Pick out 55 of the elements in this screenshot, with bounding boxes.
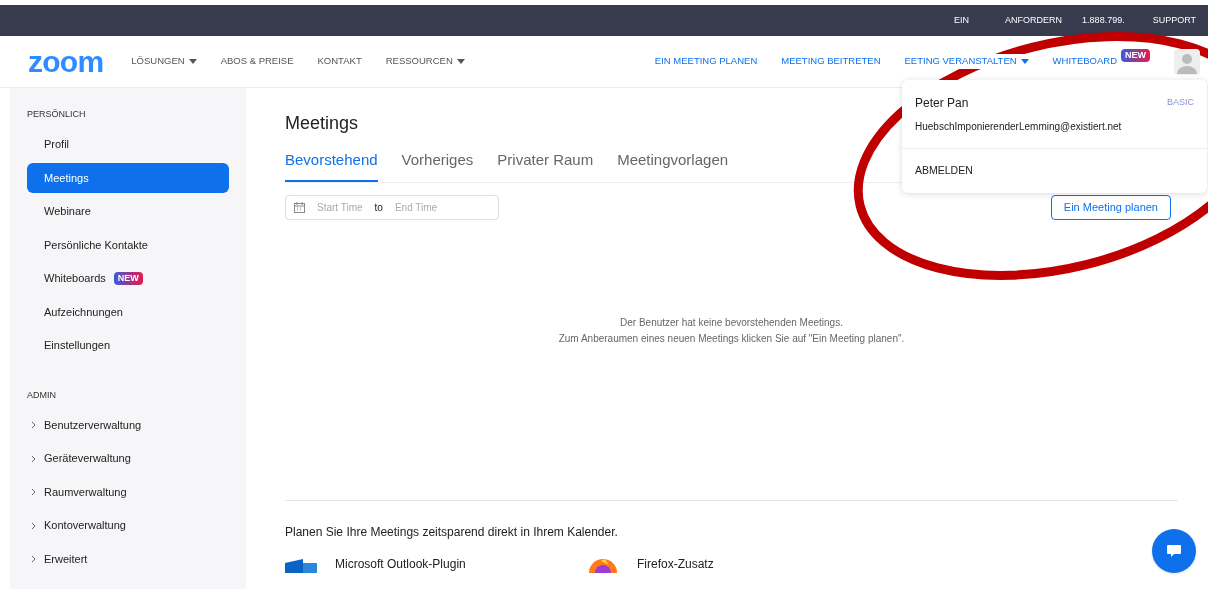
plugin-title[interactable]: Microsoft Outlook-Plugin — [335, 554, 466, 573]
chat-icon — [1167, 545, 1181, 557]
chat-button[interactable] — [1152, 529, 1196, 573]
tab[interactable]: Bevorstehend — [285, 149, 378, 182]
empty-message: Zum Anberaumen eines neuen Meetings klicken Sie auf "Ein Meeting planen". — [558, 331, 905, 346]
sidebar-item[interactable]: Raumverwaltung — [27, 477, 229, 507]
chevron-right-icon — [31, 521, 36, 530]
sidebar-item[interactable]: Benutzerverwaltung — [27, 410, 229, 440]
new-badge: NEW — [113, 271, 143, 286]
nav-link[interactable]: EETING VERANSTALTEN — [904, 54, 1029, 69]
section-title: ADMIN — [27, 388, 57, 402]
chevron-right-icon — [31, 421, 36, 429]
calendar-heading: Planen Sie Ihre Meetings zeitsparend direkt in Ihrem Kalender. — [285, 523, 619, 541]
range-separator: to — [374, 200, 383, 215]
phone-number[interactable]: 1.888.799. — [1082, 13, 1125, 28]
calendar-icon — [294, 201, 305, 213]
sidebar-item[interactable]: Persönliche Kontakte — [27, 230, 229, 260]
top-link[interactable]: ANFORDERN — [1005, 13, 1063, 28]
plan-label: BASIC — [1167, 96, 1194, 110]
chevron-right-icon — [31, 555, 36, 563]
avatar-icon[interactable] — [1174, 48, 1200, 75]
empty-message: Der Benutzer hat keine bevorstehenden Meetings. — [620, 315, 843, 330]
sidebar-item[interactable]: Whiteboards NEW — [27, 263, 229, 294]
user-email: HuebschImponierenderLemming@existiert.net — [915, 120, 1123, 134]
top-link[interactable]: SUPPORT — [1152, 13, 1196, 28]
top-link[interactable]: EIN — [954, 13, 970, 28]
sidebar-item[interactable]: Geräteverwaltung — [27, 443, 229, 474]
nav-link[interactable]: RESSOURCEN — [385, 54, 465, 69]
caret-icon — [188, 59, 197, 64]
sidebar-item[interactable]: Aufzeichnungen — [27, 297, 229, 327]
tab[interactable]: Vorheriges — [401, 149, 474, 182]
schedule-meeting-button[interactable]: Ein Meeting planen — [1050, 194, 1171, 220]
nav-link[interactable]: ABOS & PREISE — [220, 54, 294, 69]
caret-icon — [456, 59, 465, 64]
page-title: Meetings — [285, 112, 359, 135]
sidebar-item[interactable]: Erweitert — [27, 544, 229, 574]
plugin-title[interactable]: Firefox-Zusatz — [637, 554, 714, 573]
browser-icon — [587, 558, 619, 573]
sign-out-item[interactable]: ABMELDEN — [902, 149, 1207, 193]
sidebar-item[interactable]: Meetings — [27, 163, 229, 193]
section-title: PERSÖNLICH — [27, 108, 87, 121]
sidebar-item[interactable]: Kontoverwaltung — [27, 510, 229, 541]
new-badge: NEW — [1121, 48, 1150, 63]
chevron-right-icon — [31, 488, 36, 496]
chevron-right-icon — [31, 454, 36, 463]
user-name: Peter Pan — [915, 95, 969, 112]
sidebar-item[interactable]: Profil — [27, 129, 229, 160]
tab[interactable]: Privater Raum — [497, 149, 594, 182]
caret-icon — [1020, 59, 1029, 64]
sidebar-item[interactable]: Einstellungen — [27, 330, 229, 361]
mail-app-icon — [285, 558, 317, 573]
sidebar-item[interactable]: Webinare — [27, 196, 229, 227]
nav-link[interactable]: LÖSUNGEN — [131, 54, 197, 69]
nav-link[interactable]: KONTAKT — [317, 54, 362, 69]
tab[interactable]: Meetingvorlagen — [617, 149, 729, 182]
